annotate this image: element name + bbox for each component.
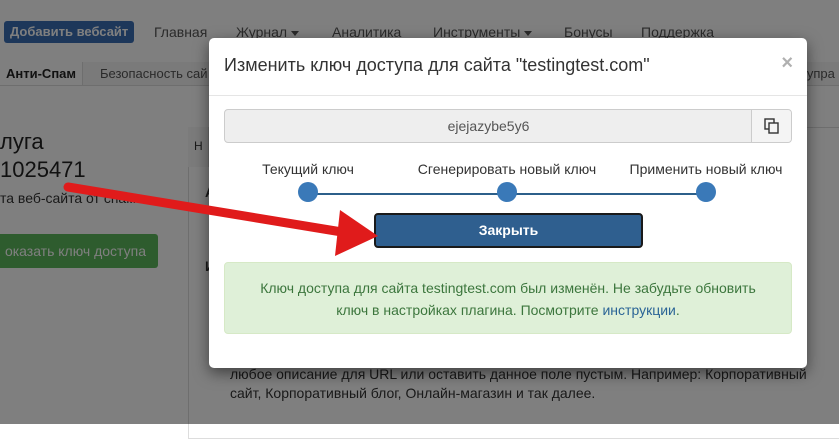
annotation-arrow [63, 182, 378, 256]
